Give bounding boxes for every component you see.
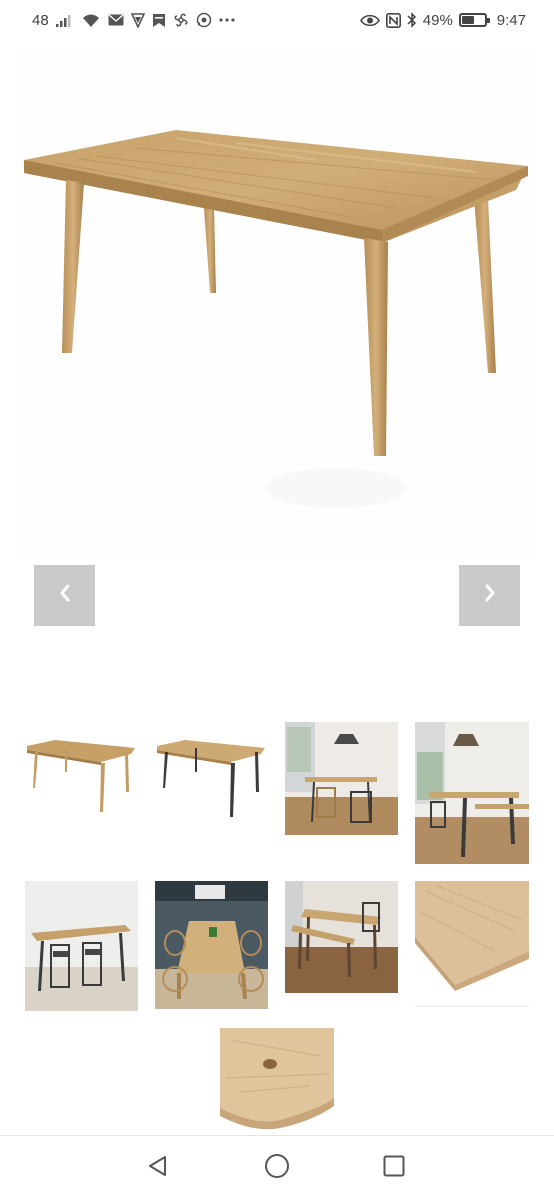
chevron-left-icon	[58, 583, 72, 608]
thumbnail-dining-room-light-chairs[interactable]	[285, 722, 398, 835]
recents-button[interactable]	[378, 1152, 410, 1184]
thumbnail-tabletop-corner-detail[interactable]	[415, 881, 529, 1007]
thumbnail-table-with-dark-chairs[interactable]	[25, 881, 138, 1011]
thumbnail-table-with-bench-wood-floor[interactable]	[285, 881, 398, 993]
chevron-right-icon	[483, 583, 497, 608]
next-image-button[interactable]	[459, 565, 520, 626]
pinwheel-icon	[173, 12, 189, 28]
notification-count: 48	[32, 11, 49, 29]
system-nav-bar	[0, 1136, 554, 1200]
clock: 9:47	[496, 11, 526, 29]
bluetooth-icon	[407, 12, 417, 28]
thumbnail-live-edge-knot-detail[interactable]	[220, 1028, 334, 1132]
bookmark-icon	[152, 13, 166, 28]
status-left: 48	[32, 12, 235, 29]
back-icon	[146, 1154, 170, 1183]
thumbnail-oak-table-dark-legs[interactable]	[155, 722, 268, 834]
back-button[interactable]	[142, 1152, 174, 1184]
eye-icon	[359, 14, 380, 27]
thumbnail-dining-room-bench[interactable]	[415, 722, 529, 864]
prev-image-button[interactable]	[34, 565, 95, 626]
status-right: 49% 9:47	[359, 11, 526, 29]
home-button[interactable]	[261, 1152, 293, 1184]
wifi-icon	[81, 13, 101, 28]
signal-icon	[55, 13, 74, 27]
recents-icon	[383, 1155, 405, 1182]
status-bar: 48 49% 9:47	[0, 0, 554, 40]
more-icon	[219, 18, 235, 22]
mail-icon	[108, 14, 124, 26]
home-icon	[264, 1153, 290, 1184]
battery-percent: 49%	[422, 11, 453, 29]
thumbnail-oak-table-light-legs[interactable]	[25, 722, 138, 834]
thumbnail-kitchen-table-wishbone-chairs[interactable]	[155, 881, 268, 1009]
nfc-icon	[385, 12, 401, 28]
vpn-icon	[130, 12, 145, 28]
whatsapp-icon	[196, 12, 212, 28]
main-product-image[interactable]	[16, 48, 536, 558]
battery-icon	[458, 13, 490, 27]
